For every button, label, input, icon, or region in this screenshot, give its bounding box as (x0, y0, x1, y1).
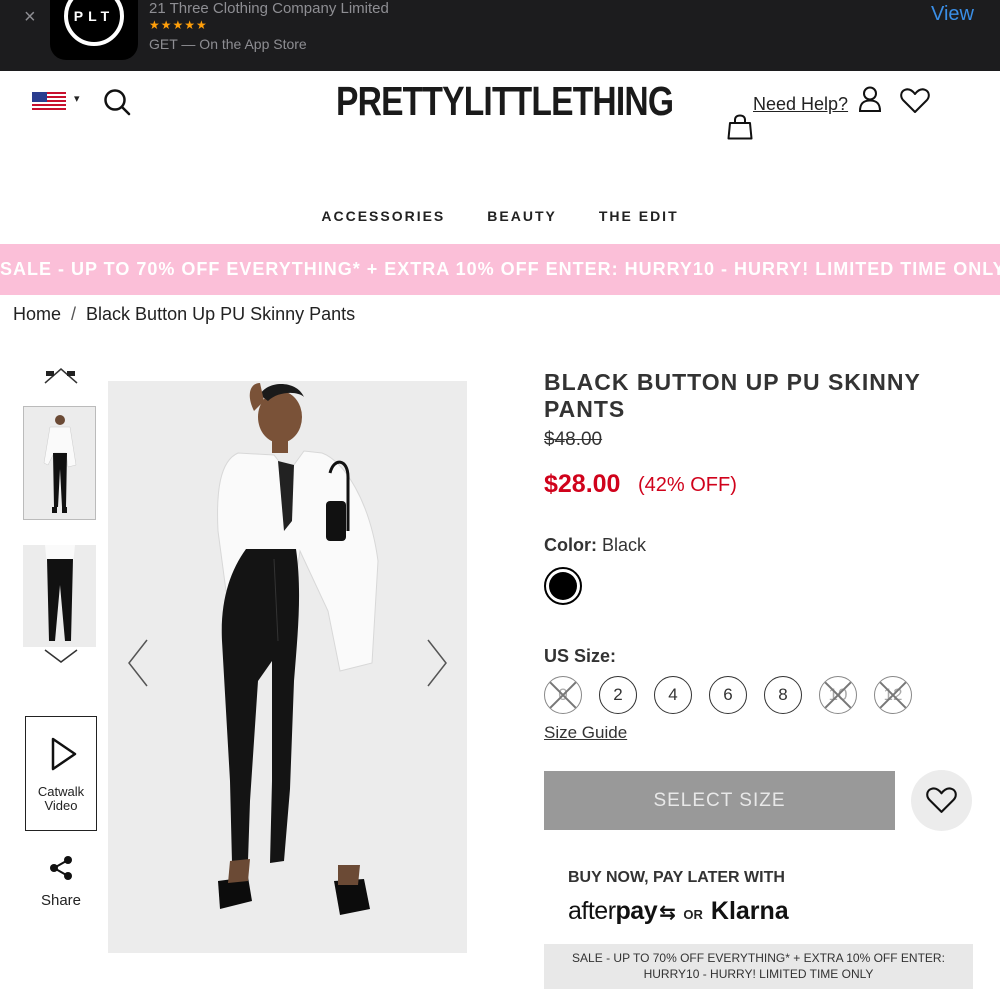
us-flag-icon[interactable] (32, 92, 66, 110)
color-label-key: Color: (544, 535, 597, 555)
app-icon[interactable]: PLT (50, 0, 138, 60)
select-size-button[interactable]: SELECT SIZE (544, 771, 895, 830)
catwalk-video-button[interactable]: Catwalk Video (25, 716, 97, 831)
sale-note-line1: SALE - UP TO 70% OFF EVERYTHING* + EXTRA… (572, 951, 945, 965)
next-image-arrow-icon[interactable] (426, 638, 448, 693)
thumbnail-2[interactable] (23, 545, 96, 647)
share-button[interactable]: Share (30, 855, 92, 909)
nav-the-edit[interactable]: THE EDIT (599, 208, 679, 224)
size-option-0[interactable]: 0 (544, 676, 582, 714)
account-icon[interactable] (858, 86, 882, 117)
size-option-8[interactable]: 8 (764, 676, 802, 714)
chevron-down-icon[interactable]: ▾ (74, 92, 80, 105)
size-option-12[interactable]: 12 (874, 676, 912, 714)
catwalk-label: Catwalk Video (26, 785, 96, 813)
play-icon (51, 737, 77, 771)
app-name: 21 Three Clothing Company Limited (149, 0, 389, 17)
close-icon[interactable]: × (24, 6, 36, 29)
site-logo[interactable]: PRETTYLITTLETHING (336, 78, 674, 125)
product-main-image[interactable] (108, 381, 467, 953)
size-option-2[interactable]: 2 (599, 676, 637, 714)
afterpay-logo-part2: pay (615, 897, 658, 925)
breadcrumb: Home / Black Button Up PU Skinny Pants (13, 304, 355, 325)
afterpay-mark-icon: ⇆ (659, 902, 676, 924)
promo-banner[interactable]: SALE - UP TO 70% OFF EVERYTHING* + EXTRA… (0, 244, 1000, 295)
rating-stars: ★★★★★ (149, 18, 208, 32)
breadcrumb-separator: / (71, 304, 77, 324)
app-icon-text: PLT (73, 8, 115, 24)
main-nav: ACCESSORIES BEAUTY THE EDIT (0, 208, 1000, 224)
nav-accessories[interactable]: ACCESSORIES (321, 208, 445, 224)
heart-icon (926, 787, 957, 813)
chevron-up-icon[interactable] (44, 365, 78, 390)
size-options: 0 2 4 6 8 10 12 (544, 676, 912, 714)
sale-note-line2: HURRY10 - HURRY! LIMITED TIME ONLY (643, 967, 874, 981)
catwalk-label-line2: Video (44, 798, 78, 813)
breadcrumb-current: Black Button Up PU Skinny Pants (86, 304, 356, 324)
breadcrumb-home[interactable]: Home (13, 304, 61, 324)
size-option-10[interactable]: 10 (819, 676, 857, 714)
app-store-text: GET — On the App Store (149, 36, 307, 52)
size-label: US Size: (544, 646, 617, 666)
share-icon (50, 856, 72, 880)
color-swatch-black[interactable] (544, 567, 582, 605)
color-value: Black (602, 535, 647, 555)
size-option-6[interactable]: 6 (709, 676, 747, 714)
catwalk-label-line1: Catwalk (37, 784, 85, 799)
swatch-fill (549, 572, 577, 600)
sale-note: SALE - UP TO 70% OFF EVERYTHING* + EXTRA… (544, 944, 973, 989)
afterpay-logo-part1: after (568, 897, 616, 925)
discount-percent: (42% OFF) (638, 474, 737, 496)
previous-image-arrow-icon[interactable] (127, 638, 149, 693)
size-option-4[interactable]: 4 (654, 676, 692, 714)
share-label: Share (40, 892, 82, 909)
view-app-button[interactable]: View (931, 3, 974, 26)
product-title: BLACK BUTTON UP PU SKINNY PANTS (544, 369, 921, 422)
add-to-wishlist-button[interactable] (911, 770, 972, 831)
bnpl-heading: BUY NOW, PAY LATER WITH (568, 869, 785, 886)
nav-beauty[interactable]: BEAUTY (487, 208, 557, 224)
or-text: OR (683, 907, 703, 922)
original-price: $48.00 (544, 429, 603, 450)
color-label: Color: Black (544, 535, 646, 556)
wishlist-heart-icon[interactable] (900, 88, 930, 119)
sale-price: $28.00 (544, 470, 621, 498)
klarna-logo: Klarna (710, 897, 789, 925)
shopping-bag-icon[interactable] (727, 114, 753, 145)
chevron-down-icon[interactable] (44, 648, 78, 669)
payment-logos: afterpay ⇆ OR Klarna (568, 897, 789, 926)
afterpay-logo: afterpay ⇆ (568, 897, 676, 926)
thumbnail-1[interactable] (23, 406, 96, 520)
search-icon[interactable] (103, 88, 131, 121)
app-store-banner: × PLT 21 Three Clothing Company Limited … (0, 0, 1000, 71)
size-guide-link[interactable]: Size Guide (544, 723, 627, 743)
need-help-link[interactable]: Need Help? (753, 94, 848, 115)
